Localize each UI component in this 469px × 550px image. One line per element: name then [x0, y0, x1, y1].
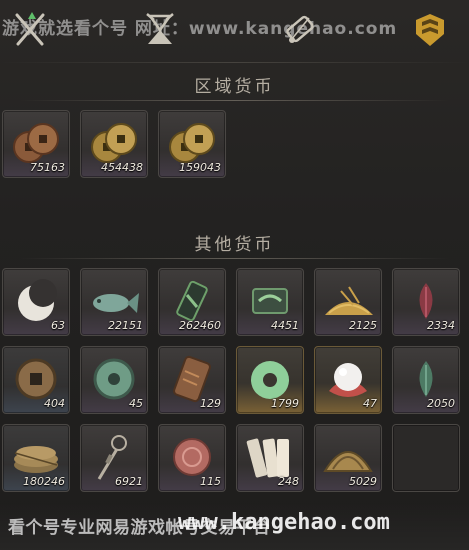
currency-slot[interactable]: 22151 [80, 268, 148, 336]
item-quantity: 404 [44, 397, 65, 410]
currency-tab-icon[interactable] [412, 10, 448, 50]
other-currency-title: 其他货币 [194, 235, 275, 255]
top-tab-bar: 游戏就选看个号 网址：www.kangehao.com [0, 0, 469, 62]
currency-slot[interactable]: 47 [314, 346, 382, 414]
currency-slot[interactable]: 115 [158, 424, 226, 492]
hourglass-icon[interactable] [142, 10, 178, 50]
item-quantity: 5029 [349, 475, 377, 488]
currency-slot[interactable]: 45 [80, 346, 148, 414]
currency-slot[interactable]: 2334 [392, 268, 460, 336]
currency-slot[interactable]: 262460 [158, 268, 226, 336]
regional-currency-title: 区域货币 [194, 77, 275, 97]
item-quantity: 262460 [179, 319, 221, 332]
item-quantity: 4451 [271, 319, 299, 332]
item-quantity: 2125 [349, 319, 377, 332]
currency-slot[interactable]: 2125 [314, 268, 382, 336]
currency-slot[interactable]: 404 [2, 346, 70, 414]
empty-item-slot [392, 424, 460, 492]
item-quantity: 180246 [23, 475, 65, 488]
currency-slot[interactable]: 454438 [80, 110, 148, 178]
item-quantity: 248 [278, 475, 299, 488]
top-divider [0, 62, 469, 63]
item-quantity: 75163 [30, 161, 65, 174]
currency-slot[interactable]: 180246 [2, 424, 70, 492]
bottom-watermark-url: www.kangehao.com [178, 510, 390, 535]
regional-divider [20, 100, 449, 101]
currency-slot[interactable]: 6921 [80, 424, 148, 492]
item-quantity: 6921 [115, 475, 143, 488]
item-quantity: 22151 [108, 319, 143, 332]
currency-slot[interactable]: 63 [2, 268, 70, 336]
item-quantity: 47 [363, 397, 377, 410]
item-quantity: 115 [200, 475, 221, 488]
item-quantity: 159043 [179, 161, 221, 174]
watermark-top: 游戏就选看个号 网址：www.kangehao.com [2, 19, 398, 39]
item-quantity: 1799 [271, 397, 299, 410]
other-divider [20, 258, 449, 259]
item-quantity: 63 [51, 319, 65, 332]
currency-slot[interactable]: 159043 [158, 110, 226, 178]
currency-slot[interactable]: 1799 [236, 346, 304, 414]
currency-slot[interactable]: 248 [236, 424, 304, 492]
item-quantity: 2334 [427, 319, 455, 332]
item-quantity: 129 [200, 397, 221, 410]
item-quantity: 45 [129, 397, 143, 410]
scroll-icon[interactable] [282, 10, 318, 50]
currency-slot[interactable]: 4451 [236, 268, 304, 336]
currency-slot[interactable]: 75163 [2, 110, 70, 178]
currency-slot[interactable]: 5029 [314, 424, 382, 492]
crossed-swords-icon[interactable] [12, 10, 48, 50]
item-quantity: 2050 [427, 397, 455, 410]
currency-slot[interactable]: 2050 [392, 346, 460, 414]
item-quantity: 454438 [101, 161, 143, 174]
currency-slot[interactable]: 129 [158, 346, 226, 414]
